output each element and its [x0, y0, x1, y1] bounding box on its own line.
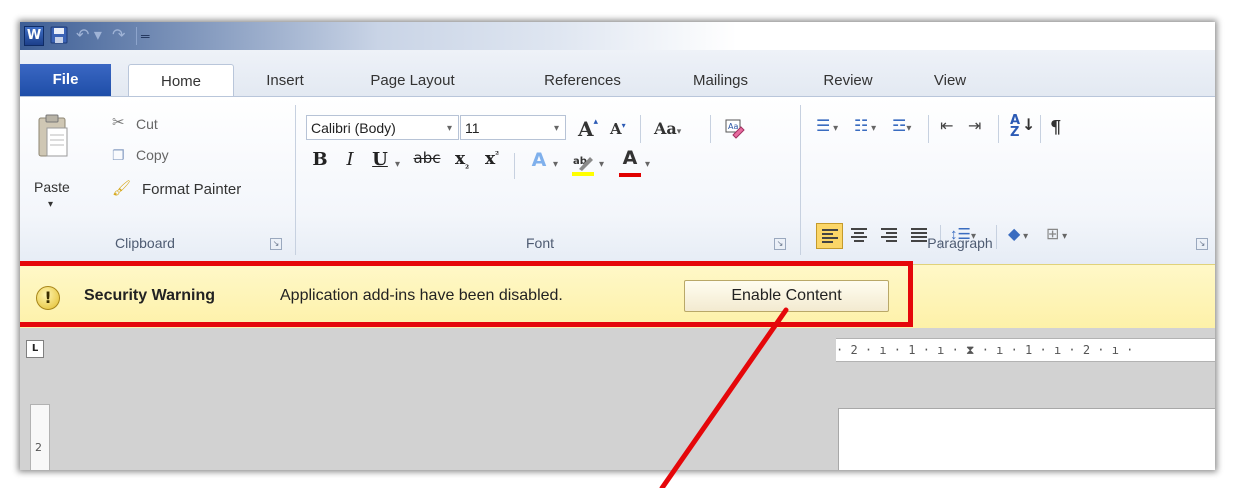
sort-icon[interactable]: A Z ↓ [1010, 114, 1035, 139]
tab-review[interactable]: Review [809, 67, 887, 96]
tab-page-layout[interactable]: Page Layout [350, 67, 475, 96]
separator [710, 115, 711, 143]
security-warning-text: Application add-ins have been disabled. [280, 287, 563, 304]
underline-dropdown-icon[interactable]: ▾ [395, 155, 400, 175]
title-bar: W ↶ ▾ ↷ ═ [20, 22, 1215, 50]
undo-icon[interactable]: ↶ ▾ [76, 26, 106, 46]
tab-references[interactable]: References [520, 67, 645, 96]
increase-indent-icon[interactable]: ⇥ [968, 117, 981, 137]
word-app-icon[interactable]: W [24, 26, 44, 46]
tab-view[interactable]: View [922, 67, 978, 96]
font-size-combo[interactable]: 11 ▾ [460, 115, 566, 140]
security-warning-bar: ! Security Warning Application add-ins h… [20, 264, 1215, 330]
copy-button[interactable]: Copy [136, 147, 169, 163]
qat-separator [136, 27, 137, 45]
paragraph-dialog-launcher-icon[interactable]: ↘ [1196, 238, 1208, 250]
paragraph-group-label: Paragraph [927, 235, 993, 251]
change-case-icon[interactable]: Aa▾ [654, 119, 681, 138]
clipboard-group-label: Clipboard [115, 235, 175, 251]
show-formatting-marks-icon[interactable]: ¶ [1050, 117, 1061, 138]
tab-selector-button[interactable]: L [26, 340, 44, 358]
svg-text:Aa: Aa [728, 122, 738, 131]
cut-button[interactable]: Cut [136, 116, 158, 132]
multilevel-list-icon[interactable]: ☲▾ [892, 117, 911, 139]
format-painter-button[interactable]: Format Painter [142, 181, 241, 198]
align-center-button[interactable] [846, 223, 873, 249]
font-color-dropdown-icon[interactable]: ▾ [645, 155, 650, 175]
separator [514, 153, 515, 179]
tab-file[interactable]: File [20, 64, 111, 96]
font-color-swatch [619, 173, 641, 177]
font-name-combo[interactable]: Calibri (Body) ▾ [306, 115, 459, 140]
borders-icon[interactable]: ⊞ ▾ [1046, 225, 1067, 247]
font-name-value: Calibri (Body) [311, 120, 396, 136]
document-page[interactable] [838, 408, 1215, 470]
tab-home[interactable]: Home [128, 64, 234, 97]
save-icon[interactable] [50, 26, 68, 44]
font-name-dropdown-icon[interactable]: ▾ [447, 116, 452, 141]
separator [640, 115, 641, 143]
bold-button[interactable]: B [306, 149, 334, 177]
font-size-dropdown-icon[interactable]: ▾ [554, 116, 559, 141]
vertical-ruler[interactable]: 2 [30, 404, 50, 470]
paste-dropdown-icon[interactable]: ▾ [48, 195, 53, 215]
decrease-indent-icon[interactable]: ⇤ [940, 117, 953, 137]
copy-icon[interactable]: ❐ [112, 145, 125, 165]
ribbon-home: Paste ▾ ✂ Cut ❐ Copy 🖌 Format Painter Cl… [20, 96, 1215, 265]
security-warning-title: Security Warning [84, 287, 215, 304]
font-color-icon[interactable]: A [616, 147, 644, 175]
paste-icon[interactable] [36, 114, 70, 162]
text-effects-dropdown-icon[interactable]: ▾ [553, 155, 558, 175]
document-area: L · 2 · ı · 1 · ı · ⧗ · ı · 1 · ı · 2 · … [20, 328, 1215, 470]
customize-qat-icon[interactable]: ═ [141, 26, 153, 46]
paste-button[interactable]: Paste [34, 179, 70, 195]
numbering-icon[interactable]: ☷ ▾ [854, 117, 876, 139]
word-window: W ↶ ▾ ↷ ═ File Home Insert Page Layout R… [20, 22, 1215, 470]
font-group-label: Font [525, 235, 554, 251]
clipboard-dialog-launcher-icon[interactable]: ↘ [270, 238, 282, 250]
align-left-button[interactable] [816, 223, 843, 249]
subscript-button[interactable]: x₂ [448, 149, 476, 177]
group-separator [295, 105, 296, 255]
highlight-color-icon[interactable]: ab [570, 153, 596, 177]
enable-content-button[interactable]: Enable Content [684, 280, 889, 312]
italic-button[interactable]: I [336, 149, 364, 177]
superscript-button[interactable]: x² [478, 149, 506, 177]
ribbon-tabs: File Home Insert Page Layout References … [20, 50, 1215, 97]
font-dialog-launcher-icon[interactable]: ↘ [774, 238, 786, 250]
separator [1040, 115, 1041, 143]
font-size-value: 11 [465, 120, 480, 136]
warning-icon: ! [36, 286, 60, 310]
tab-insert[interactable]: Insert [250, 67, 320, 96]
horizontal-ruler-marks: · 2 · ı · 1 · ı · ⧗ · ı · 1 · ı · 2 · ı … [836, 343, 1134, 357]
text-effects-icon[interactable]: A [525, 149, 553, 177]
shrink-font-icon[interactable]: A▾ [610, 120, 626, 138]
clear-formatting-icon[interactable]: Aa [723, 117, 745, 139]
strikethrough-button[interactable]: abc [410, 149, 444, 177]
align-right-button[interactable] [876, 223, 903, 249]
bullets-icon[interactable]: ☰ ▾ [816, 117, 838, 139]
separator [928, 115, 929, 143]
redo-icon[interactable]: ↷ [112, 26, 134, 46]
grow-font-icon[interactable]: A▴ [578, 117, 598, 141]
tab-mailings[interactable]: Mailings [673, 67, 768, 96]
underline-button[interactable]: U [366, 149, 394, 177]
highlight-dropdown-icon[interactable]: ▾ [599, 155, 604, 175]
separator [998, 115, 999, 143]
format-painter-icon[interactable]: 🖌 [112, 179, 131, 199]
vertical-ruler-mark: 2 [35, 441, 42, 454]
horizontal-ruler[interactable]: · 2 · ı · 1 · ı · ⧗ · ı · 1 · ı · 2 · ı … [836, 338, 1215, 362]
cut-icon[interactable]: ✂ [112, 113, 125, 133]
group-separator [800, 105, 801, 255]
